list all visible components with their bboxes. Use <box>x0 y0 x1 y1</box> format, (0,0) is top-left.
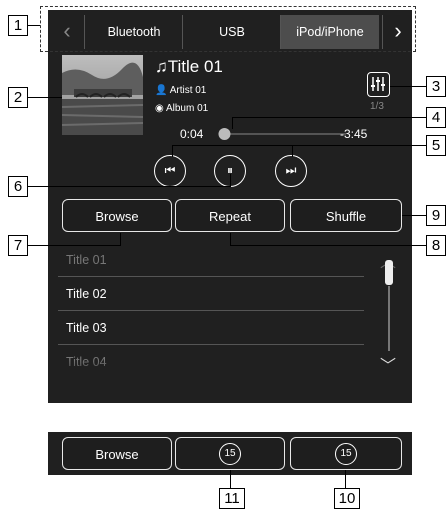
callout-leader <box>27 25 40 27</box>
callout-leader <box>27 245 120 247</box>
music-note-icon: ♫ <box>155 57 168 76</box>
bottom-browse-button[interactable]: Browse <box>62 437 172 470</box>
callout-leader <box>292 145 294 157</box>
callout-1: 1 <box>8 15 28 36</box>
tab-ipod-iphone[interactable]: iPod/iPhone <box>280 15 379 49</box>
repeat-button[interactable]: Repeat <box>175 199 285 232</box>
callout-11: 11 <box>219 488 245 509</box>
album-line: ◉ Album 01 <box>155 103 208 114</box>
person-icon: 👤 <box>155 85 168 96</box>
callout-leader <box>230 470 232 490</box>
callout-leader <box>120 233 122 246</box>
forward-15-icon: 15 <box>335 443 357 466</box>
scrollbar-thumb[interactable] <box>385 260 393 285</box>
sound-settings-button[interactable] <box>367 72 390 97</box>
playlist-item[interactable]: Title 01 <box>58 243 364 277</box>
callout-leader <box>390 86 428 88</box>
playlist-item[interactable]: Title 02 <box>58 277 364 311</box>
callout-leader <box>230 174 232 187</box>
rewind-15-button[interactable]: 15 <box>175 437 285 470</box>
shuffle-button[interactable]: Shuffle <box>290 199 402 232</box>
callout-leader <box>172 145 428 147</box>
callout-3: 3 <box>426 76 446 97</box>
callout-leader <box>27 97 62 99</box>
tab-usb[interactable]: USB <box>182 15 281 49</box>
rewind-15-icon: 15 <box>219 443 241 466</box>
tab-prev-button[interactable]: ‹ <box>52 15 82 49</box>
playlist-item[interactable]: Title 03 <box>58 311 364 345</box>
callout-leader <box>230 245 428 247</box>
callout-10: 10 <box>334 488 360 509</box>
callout-9: 9 <box>426 205 446 226</box>
scrollbar-track <box>388 286 390 351</box>
disc-icon: ◉ <box>155 103 164 114</box>
track-title-text: Title 01 <box>167 57 223 76</box>
album-art <box>61 55 144 135</box>
chevron-down-icon: ﹀ <box>380 358 397 375</box>
callout-8: 8 <box>426 235 446 256</box>
browse-button[interactable]: Browse <box>62 199 172 232</box>
skip-forward-icon: ⏭ <box>285 163 297 177</box>
callout-leader <box>172 145 174 157</box>
forward-15-button[interactable]: 15 <box>290 437 402 470</box>
next-track-button[interactable]: ⏭ <box>275 155 307 187</box>
remaining-time: -3:45 <box>340 127 368 141</box>
callout-leader <box>232 117 428 119</box>
list-fade <box>48 360 364 380</box>
skip-back-icon: ⏮ <box>164 163 176 177</box>
album-name: Album 01 <box>165 103 209 114</box>
scroll-down-button[interactable]: ﹀ <box>380 352 396 376</box>
chevron-left-icon: ‹ <box>63 18 71 43</box>
callout-leader <box>402 215 428 217</box>
elapsed-time: 0:04 <box>180 127 204 141</box>
callout-2: 2 <box>8 87 28 108</box>
artist-name: Artist 01 <box>169 85 207 96</box>
previous-track-button[interactable]: ⏮ <box>154 155 186 187</box>
callout-6: 6 <box>8 176 28 197</box>
callout-7: 7 <box>8 235 28 256</box>
callout-leader <box>230 233 232 246</box>
tab-bluetooth[interactable]: Bluetooth <box>84 15 183 49</box>
progress-knob[interactable] <box>218 128 231 140</box>
track-count: 1/3 <box>370 101 384 112</box>
artist-line: 👤 Artist 01 <box>155 85 206 96</box>
equalizer-icon <box>371 77 385 91</box>
callout-leader <box>232 117 234 129</box>
callout-leader <box>27 186 231 188</box>
tab-next-button[interactable]: › <box>382 15 413 49</box>
track-title: ♫Title 01 <box>155 57 223 77</box>
progress-bar[interactable] <box>218 127 346 141</box>
callout-4: 4 <box>426 107 446 128</box>
callout-leader <box>345 470 347 490</box>
callout-5: 5 <box>426 135 446 156</box>
chevron-right-icon: › <box>394 18 402 43</box>
